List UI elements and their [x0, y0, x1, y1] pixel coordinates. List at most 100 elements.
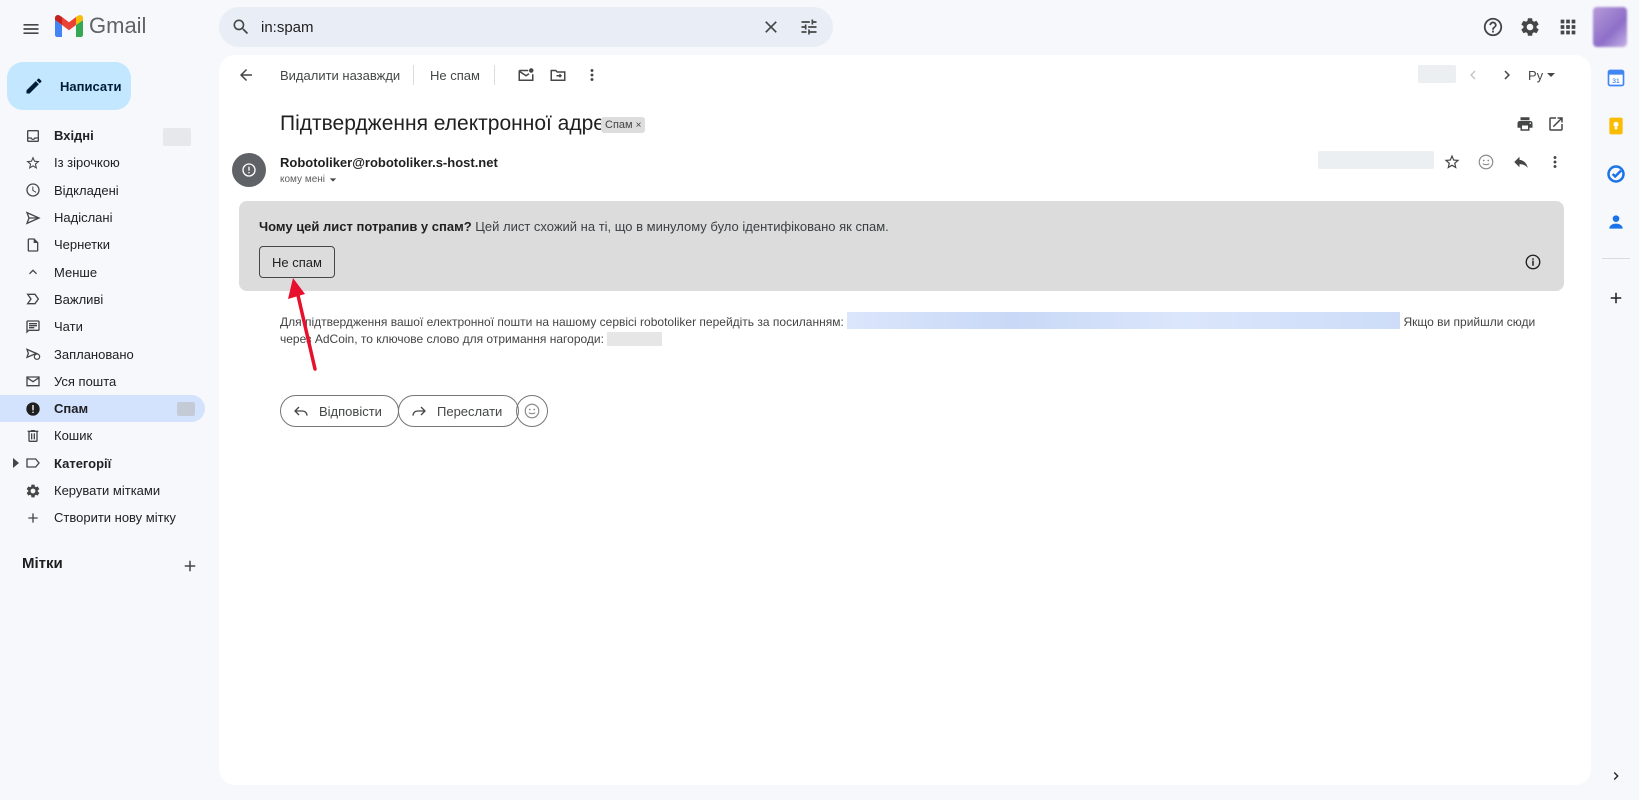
forward-icon [412, 406, 426, 416]
plus-icon [1610, 292, 1622, 304]
spam-icon [24, 400, 42, 418]
close-icon [765, 21, 777, 33]
sidebar-item-inbox[interactable]: Вхідні [0, 122, 205, 149]
help-icon [1483, 17, 1503, 37]
forward-button[interactable]: Переслати [398, 395, 520, 427]
delete-forever-button[interactable]: Видалити назавжди [280, 59, 400, 91]
emoji-reaction-button[interactable] [516, 395, 548, 427]
sender-address[interactable]: Robotoliker@robotoliker.s-host.net [280, 155, 498, 170]
email-body: Для підтвердження вашої електронної пошт… [280, 312, 1570, 348]
tasks-icon [1607, 165, 1625, 183]
caret-down-icon [1547, 73, 1556, 77]
sidebar-item-create-label[interactable]: Створити нову мітку [0, 504, 205, 531]
sidebar-item-label: Чернетки [54, 237, 111, 253]
emoji-icon [1478, 154, 1494, 170]
show-side-panel-button[interactable] [1604, 764, 1628, 788]
account-avatar[interactable] [1593, 7, 1627, 47]
search-options-button[interactable] [791, 9, 827, 45]
reply-label: Відповісти [319, 403, 382, 419]
sidebar-item-drafts[interactable]: Чернетки [0, 231, 205, 258]
contacts-app-button[interactable] [1604, 210, 1628, 234]
add-reaction-button[interactable] [1470, 146, 1502, 178]
sidebar-item-label: Керувати мітками [54, 483, 161, 498]
calendar-icon: 31 [1607, 69, 1625, 87]
sidebar-item-label: Заплановано [54, 346, 134, 362]
info-button[interactable] [1517, 246, 1549, 278]
spam-chip-label: Спам [605, 119, 633, 131]
apps-button[interactable] [1550, 9, 1586, 45]
star-icon [24, 154, 42, 172]
svg-text:31: 31 [1612, 78, 1620, 85]
mark-unread-button[interactable] [510, 59, 542, 91]
sidebar-item-categories[interactable]: Категорії [0, 450, 205, 477]
sidebar-item-less[interactable]: Менше [0, 258, 205, 285]
star-button[interactable] [1436, 146, 1468, 178]
more-vert-icon [1553, 156, 1557, 168]
sidebar-item-trash[interactable]: Кошик [0, 422, 205, 449]
newer-button[interactable] [1457, 59, 1489, 91]
unread-count-badge [163, 128, 191, 146]
sidebar-item-scheduled[interactable]: Заплановано [0, 340, 205, 367]
recipient-details[interactable]: кому мені [280, 174, 337, 185]
important-icon [24, 290, 42, 308]
more-actions-button[interactable] [576, 59, 608, 91]
reply-icon [1514, 156, 1528, 168]
chevron-up-icon [24, 263, 42, 281]
sidebar-item-important[interactable]: Важливі [0, 286, 205, 313]
input-tools-button[interactable]: Ру [1528, 59, 1556, 91]
message-more-button[interactable] [1539, 146, 1571, 178]
search-input[interactable] [261, 7, 753, 47]
sidebar-item-all-mail[interactable]: Уся пошта [0, 368, 205, 395]
tasks-app-button[interactable] [1604, 162, 1628, 186]
sidebar-item-manage-labels[interactable]: Керувати мітками [0, 477, 205, 504]
sidebar-item-chats[interactable]: Чати [0, 313, 205, 340]
hamburger-icon [23, 24, 39, 34]
search-icon[interactable] [231, 17, 251, 37]
older-button[interactable] [1491, 59, 1523, 91]
email-subject: Підтвердження електронної адреси [280, 112, 628, 135]
get-addons-button[interactable] [1604, 286, 1628, 310]
reply-button-header[interactable] [1505, 146, 1537, 178]
move-to-button[interactable] [542, 59, 574, 91]
sidebar-item-spam[interactable]: Спам [0, 394, 205, 423]
toolbar-divider [413, 65, 414, 85]
sender-avatar[interactable] [232, 153, 266, 187]
tune-icon [801, 19, 817, 35]
gear-icon [1521, 18, 1539, 36]
settings-button[interactable] [1512, 9, 1548, 45]
mark-unread-icon [518, 68, 534, 81]
open-new-window-button[interactable] [1540, 108, 1572, 140]
send-icon [24, 209, 42, 227]
reply-button[interactable]: Відповісти [280, 395, 399, 427]
keep-app-button[interactable] [1604, 114, 1628, 138]
sidebar-item-sent[interactable]: Надіслані [0, 204, 205, 231]
body-text-part1: Для підтвердження вашої електронної пошт… [280, 315, 844, 329]
sidebar-item-snoozed[interactable]: Відкладені [0, 177, 205, 204]
spam-label-chip[interactable]: Спам × [601, 117, 646, 133]
clear-search-button[interactable] [753, 9, 789, 45]
gmail-m-icon [55, 15, 83, 37]
add-label-button[interactable] [178, 554, 202, 578]
recipient-label: кому мені [280, 174, 325, 185]
gmail-logo[interactable]: Gmail [55, 13, 146, 39]
confirmation-link[interactable] [847, 312, 1401, 329]
sidebar-item-label: Чати [54, 319, 83, 335]
side-panel-divider [1602, 258, 1630, 259]
not-spam-toolbar-button[interactable]: Не спам [430, 59, 480, 91]
clock-icon [24, 181, 42, 199]
calendar-app-button[interactable]: 31 [1604, 66, 1628, 90]
sidebar-item-label: Відкладені [54, 182, 119, 198]
scheduled-icon [24, 345, 42, 363]
main-menu-button[interactable] [14, 12, 48, 46]
remove-label-icon[interactable]: × [636, 120, 642, 131]
help-button[interactable] [1475, 9, 1511, 45]
emoji-icon [524, 403, 540, 419]
annotation-arrow-icon [288, 278, 317, 371]
chat-icon [24, 318, 42, 336]
caret-right-icon[interactable] [12, 457, 20, 468]
sidebar-item-starred[interactable]: Із зірочкою [0, 149, 205, 176]
print-button[interactable] [1509, 108, 1541, 140]
back-button[interactable] [230, 59, 262, 91]
compose-button[interactable]: Написати [7, 62, 131, 110]
not-spam-button[interactable]: Не спам [259, 246, 335, 278]
